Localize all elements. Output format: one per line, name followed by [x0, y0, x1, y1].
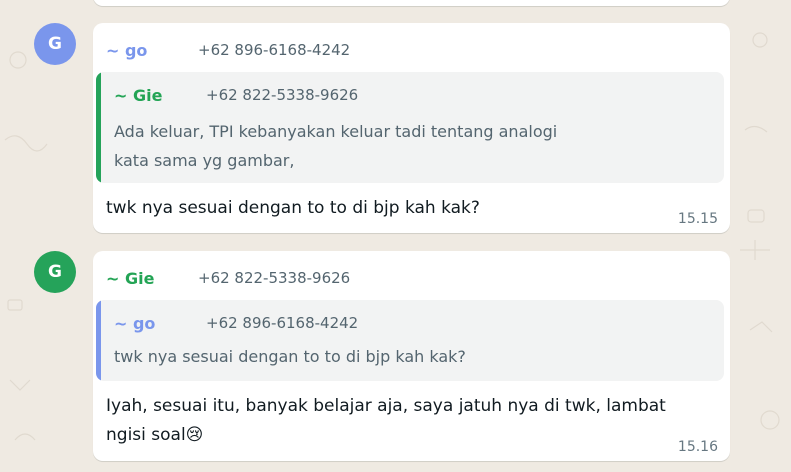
sender-phone: +62 822-5338-9626	[198, 269, 351, 287]
quoted-text: twk nya sesuai dengan to to di bjp kah k…	[114, 347, 466, 366]
message-bubble[interactable]: ~ go +62 896-6168-4242 ~ Gie +62 822-533…	[93, 23, 730, 233]
avatar-letter: G	[48, 262, 62, 282]
quote-bar	[96, 72, 101, 183]
sender-name[interactable]: ~ go	[106, 41, 147, 60]
avatar[interactable]: G	[34, 23, 76, 65]
message-text-part: ngisi soal	[106, 425, 186, 445]
sender-phone: +62 896-6168-4242	[198, 41, 351, 59]
quoted-sender-name: ~ Gie	[114, 86, 163, 105]
avatar[interactable]: G	[34, 251, 76, 293]
sender-name[interactable]: ~ Gie	[106, 269, 154, 288]
message-time: 15.16	[677, 439, 718, 455]
quote-bar	[96, 300, 101, 381]
message-bubble[interactable]: ~ Gie +62 822-5338-9626 ~ go +62 896-616…	[93, 251, 730, 461]
message-text: twk nya sesuai dengan to to di bjp kah k…	[106, 198, 480, 218]
quoted-sender-phone: +62 896-6168-4242	[206, 314, 359, 332]
quoted-text: Ada keluar, TPI kebanyakan keluar tadi t…	[114, 117, 634, 175]
message-text: Iyah, sesuai itu, banyak belajar aja, sa…	[106, 392, 696, 450]
quoted-sender-phone: +62 822-5338-9626	[206, 86, 359, 104]
message-time: 15.15	[677, 211, 718, 227]
message-text-line: Iyah, sesuai itu, banyak belajar aja, sa…	[106, 396, 666, 416]
previous-message-bubble	[93, 0, 730, 6]
quoted-message[interactable]: ~ Gie +62 822-5338-9626 Ada keluar, TPI …	[96, 72, 724, 183]
quoted-text-line: kata sama yg gambar,	[114, 151, 295, 170]
message-text-line-2: ngisi soal😢	[106, 421, 696, 450]
quoted-text-line: Ada keluar, TPI kebanyakan keluar tadi t…	[114, 122, 558, 141]
crying-face-emoji-icon: 😢	[185, 425, 204, 445]
quoted-message[interactable]: ~ go +62 896-6168-4242 twk nya sesuai de…	[96, 300, 724, 381]
avatar-letter: G	[48, 34, 62, 54]
quoted-sender-name: ~ go	[114, 314, 156, 333]
